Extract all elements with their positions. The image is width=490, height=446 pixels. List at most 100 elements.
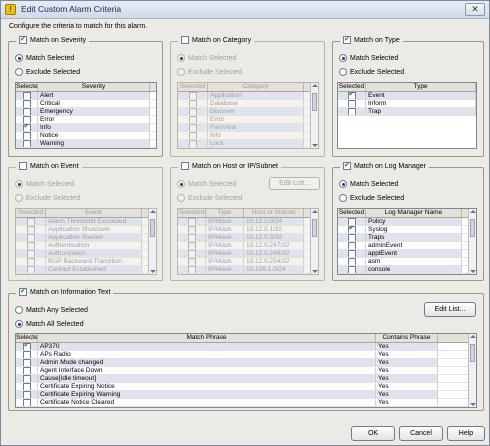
- row-checkbox[interactable]: [347, 92, 356, 99]
- table-row[interactable]: Certificate Expiring Notice Yes: [16, 383, 476, 391]
- severity-checkbox[interactable]: [19, 35, 27, 44]
- row-checkbox[interactable]: [188, 92, 197, 99]
- row-checkbox[interactable]: [22, 391, 31, 398]
- table-row[interactable]: Certificate Notice Cleared Yes: [16, 399, 476, 407]
- table-row[interactable]: FlexView: [178, 124, 318, 132]
- row-checkbox[interactable]: [188, 116, 197, 123]
- host-match-radio[interactable]: Match Selected: [177, 180, 236, 188]
- table-row[interactable]: Inform: [338, 100, 476, 108]
- scroll-thumb[interactable]: [470, 219, 475, 237]
- table-row[interactable]: Agent Interface Down Yes: [16, 367, 476, 375]
- table-row[interactable]: console: [338, 266, 476, 274]
- row-checkbox[interactable]: [187, 218, 196, 225]
- row-checkbox[interactable]: [26, 250, 35, 257]
- column-header[interactable]: Category: [208, 83, 304, 91]
- row-checkbox[interactable]: [22, 367, 31, 374]
- table-row[interactable]: adminEvent: [338, 242, 476, 250]
- table-row[interactable]: Error: [16, 116, 156, 124]
- table-row[interactable]: BGP Backward Transition: [16, 258, 156, 266]
- scroll-down-icon[interactable]: [312, 270, 318, 273]
- table-row[interactable]: Discover: [178, 108, 318, 116]
- row-checkbox[interactable]: [188, 132, 197, 139]
- table-row[interactable]: Alarm Threshold Exceeded: [16, 218, 156, 226]
- scroll-up-icon[interactable]: [470, 335, 476, 338]
- table-row[interactable]: Authentication: [16, 242, 156, 250]
- table-row[interactable]: IP/Mask 10.12.0.3/32: [178, 234, 318, 242]
- table-row[interactable]: Lock: [178, 140, 318, 148]
- scroll-up-icon[interactable]: [470, 210, 476, 213]
- column-header[interactable]: Selected: [16, 334, 38, 342]
- table-row[interactable]: Authorization: [16, 250, 156, 258]
- infotext-edit-list-button[interactable]: Edit List...: [424, 302, 476, 317]
- row-checkbox[interactable]: [347, 108, 356, 115]
- row-checkbox[interactable]: [347, 226, 356, 233]
- row-checkbox[interactable]: [187, 250, 196, 257]
- column-header[interactable]: Selected: [178, 209, 206, 217]
- table-row[interactable]: Admin Mode changed Yes: [16, 359, 476, 367]
- host-edit-list-button[interactable]: Edit List...: [269, 177, 320, 190]
- table-row[interactable]: Info: [178, 132, 318, 140]
- row-checkbox[interactable]: [26, 234, 35, 241]
- table-row[interactable]: asm: [338, 258, 476, 266]
- event-checkbox[interactable]: [19, 162, 27, 170]
- column-header[interactable]: Selected: [338, 83, 366, 91]
- infotext-all-radio[interactable]: Match All Selected: [15, 320, 84, 328]
- table-row[interactable]: IP/Mask 10.12.0.254/32: [178, 258, 318, 266]
- host-checkbox[interactable]: [181, 162, 189, 170]
- close-button[interactable]: ✕: [465, 3, 485, 16]
- table-row[interactable]: APs Radio Yes: [16, 351, 476, 359]
- row-checkbox[interactable]: [26, 258, 35, 265]
- row-checkbox[interactable]: [187, 234, 196, 241]
- column-header[interactable]: Host or Subnet: [244, 209, 304, 217]
- category-checkbox[interactable]: [181, 36, 189, 44]
- row-checkbox[interactable]: [188, 140, 197, 147]
- scroll-up-icon[interactable]: [312, 210, 318, 213]
- table-row[interactable]: Cause[Idle timeout] Yes: [16, 375, 476, 383]
- ok-button[interactable]: OK: [351, 426, 395, 441]
- row-checkbox[interactable]: [347, 258, 356, 265]
- cancel-button[interactable]: Cancel: [399, 426, 443, 441]
- row-checkbox[interactable]: [22, 351, 31, 358]
- table-row[interactable]: Application Started: [16, 234, 156, 242]
- table-row[interactable]: Certificate Expiring Warning Yes: [16, 391, 476, 399]
- table-row[interactable]: IP/Mask 10.12.0.1/32: [178, 226, 318, 234]
- scroll-thumb[interactable]: [470, 344, 475, 362]
- table-row[interactable]: inventory: [338, 274, 476, 275]
- scroll-up-icon[interactable]: [150, 210, 156, 213]
- vertical-scrollbar[interactable]: [310, 83, 318, 148]
- table-row[interactable]: Emergency: [16, 108, 156, 116]
- row-checkbox[interactable]: [188, 100, 197, 107]
- vertical-scrollbar[interactable]: [310, 209, 318, 274]
- row-checkbox[interactable]: [347, 250, 356, 257]
- table-row[interactable]: IP/Mask 10.12.0.248/32: [178, 250, 318, 258]
- table-row[interactable]: Alert: [16, 92, 156, 100]
- table-row[interactable]: IP/Mask 10.12.0.0/24: [178, 218, 318, 226]
- vertical-scrollbar[interactable]: [148, 209, 156, 274]
- table-row[interactable]: Contact Established: [16, 266, 156, 274]
- column-header[interactable]: Selected: [16, 83, 38, 91]
- row-checkbox[interactable]: [187, 226, 196, 233]
- table-row[interactable]: Notice: [16, 132, 156, 140]
- row-checkbox[interactable]: [347, 234, 356, 241]
- scroll-down-icon[interactable]: [470, 403, 476, 406]
- vertical-scrollbar[interactable]: [468, 209, 476, 274]
- table-row[interactable]: IP/Mask 10.128.1.0/24: [178, 266, 318, 274]
- table-row[interactable]: Application Shutdown: [16, 226, 156, 234]
- severity-match-radio[interactable]: Match Selected: [15, 54, 74, 62]
- table-row[interactable]: Application: [178, 92, 318, 100]
- row-checkbox[interactable]: [347, 266, 356, 273]
- row-checkbox[interactable]: [26, 226, 35, 233]
- vertical-scrollbar[interactable]: [468, 334, 476, 407]
- logmgr-checkbox[interactable]: [343, 161, 351, 170]
- severity-exclude-radio[interactable]: Exclude Selected: [15, 68, 80, 76]
- column-header[interactable]: Log Manager Name: [366, 209, 462, 217]
- scroll-thumb[interactable]: [312, 219, 317, 237]
- scroll-thumb[interactable]: [150, 219, 155, 237]
- row-checkbox[interactable]: [187, 266, 196, 273]
- scroll-down-icon[interactable]: [150, 270, 156, 273]
- table-row[interactable]: Contact Lost: [16, 274, 156, 275]
- row-checkbox[interactable]: [348, 274, 356, 275]
- row-checkbox[interactable]: [22, 108, 31, 115]
- host-exclude-radio[interactable]: Exclude Selected: [177, 194, 242, 202]
- table-row[interactable]: applEvent: [338, 250, 476, 258]
